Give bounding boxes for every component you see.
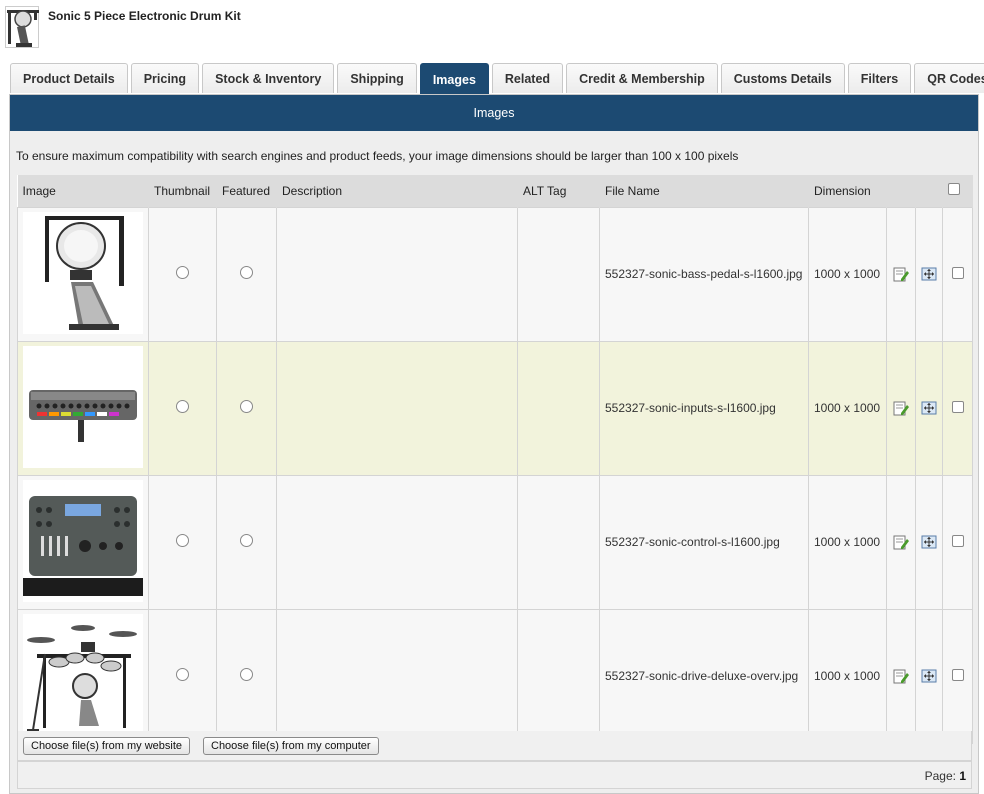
tab-related[interactable]: Related bbox=[491, 63, 564, 93]
dimension-cell: 1000 x 1000 bbox=[808, 340, 887, 476]
description-cell[interactable] bbox=[276, 340, 518, 476]
product-title: Sonic 5 Piece Electronic Drum Kit bbox=[48, 9, 241, 23]
images-panel: Images To ensure maximum compatibility w… bbox=[9, 94, 979, 794]
bass-pedal-image bbox=[23, 211, 143, 334]
tab-qr-codes[interactable]: QR Codes bbox=[914, 63, 984, 93]
table-row: 552327-sonic-drive-deluxe-overv.jpg 1000… bbox=[17, 608, 973, 744]
tab-images[interactable]: Images bbox=[419, 63, 489, 95]
image-cell bbox=[17, 474, 149, 610]
table-row: 552327-sonic-bass-pedal-s-l1600.jpg 1000… bbox=[17, 206, 973, 342]
select-all-checkbox[interactable] bbox=[948, 183, 960, 196]
row-checkbox[interactable] bbox=[951, 266, 964, 279]
dimension-cell: 1000 x 1000 bbox=[808, 474, 887, 610]
product-thumbnail bbox=[5, 6, 39, 48]
featured-radio[interactable] bbox=[240, 534, 253, 547]
edit-icon[interactable] bbox=[893, 400, 909, 416]
file-name-cell: 552327-sonic-drive-deluxe-overv.jpg bbox=[599, 608, 809, 744]
col-alt-tag: ALT Tag bbox=[517, 175, 600, 207]
alt-tag-cell[interactable] bbox=[517, 608, 600, 744]
row-checkbox[interactable] bbox=[951, 534, 964, 547]
control-module-image bbox=[23, 479, 143, 602]
tab-product-details[interactable]: Product Details bbox=[10, 63, 128, 93]
alt-tag-cell[interactable] bbox=[517, 206, 600, 342]
featured-radio[interactable] bbox=[240, 266, 253, 279]
table-header-row: Image Thumbnail Featured Description ALT… bbox=[17, 175, 973, 207]
tab-customs-details[interactable]: Customs Details bbox=[720, 63, 845, 93]
col-featured: Featured bbox=[216, 175, 277, 207]
alt-tag-cell[interactable] bbox=[517, 474, 600, 610]
upload-bar: Choose file(s) from my website Choose fi… bbox=[17, 731, 972, 761]
image-cell bbox=[17, 206, 149, 342]
image-cell bbox=[17, 608, 149, 744]
pagination-bar: Page: 1 bbox=[17, 761, 972, 789]
images-table: Image Thumbnail Featured Description ALT… bbox=[17, 175, 973, 744]
description-cell[interactable] bbox=[276, 206, 518, 342]
row-checkbox[interactable] bbox=[951, 400, 964, 413]
crop-resize-icon[interactable] bbox=[921, 266, 937, 282]
panel-heading: Images bbox=[10, 95, 978, 131]
featured-radio[interactable] bbox=[240, 668, 253, 681]
thumbnail-radio[interactable] bbox=[176, 400, 189, 413]
table-row: 552327-sonic-inputs-s-l1600.jpg 1000 x 1… bbox=[17, 340, 973, 476]
tab-credit-membership[interactable]: Credit & Membership bbox=[566, 63, 718, 93]
page-label: Page: bbox=[924, 769, 956, 783]
dimension-cell: 1000 x 1000 bbox=[808, 608, 887, 744]
edit-icon[interactable] bbox=[893, 266, 909, 282]
image-cell bbox=[17, 340, 149, 476]
tab-shipping[interactable]: Shipping bbox=[337, 63, 417, 93]
col-file-name: File Name bbox=[599, 175, 809, 207]
table-row: 552327-sonic-control-s-l1600.jpg 1000 x … bbox=[17, 474, 973, 610]
inputs-module-image bbox=[23, 345, 143, 468]
choose-from-computer-button[interactable]: Choose file(s) from my computer bbox=[203, 737, 379, 755]
drum-kit-overview-image bbox=[23, 613, 143, 736]
featured-radio[interactable] bbox=[240, 400, 253, 413]
thumbnail-radio[interactable] bbox=[176, 266, 189, 279]
product-header: Sonic 5 Piece Electronic Drum Kit bbox=[5, 6, 241, 50]
crop-resize-icon[interactable] bbox=[921, 668, 937, 684]
thumbnail-radio[interactable] bbox=[176, 534, 189, 547]
description-cell[interactable] bbox=[276, 608, 518, 744]
current-page[interactable]: 1 bbox=[959, 769, 966, 783]
alt-tag-cell[interactable] bbox=[517, 340, 600, 476]
col-image: Image bbox=[17, 175, 149, 207]
edit-icon[interactable] bbox=[893, 668, 909, 684]
crop-resize-icon[interactable] bbox=[921, 534, 937, 550]
tab-bar: Product Details Pricing Stock & Inventor… bbox=[10, 63, 984, 95]
tab-pricing[interactable]: Pricing bbox=[130, 63, 200, 93]
col-dimension: Dimension bbox=[808, 175, 887, 207]
file-name-cell: 552327-sonic-bass-pedal-s-l1600.jpg bbox=[599, 206, 809, 342]
row-checkbox[interactable] bbox=[951, 668, 964, 681]
image-size-note: To ensure maximum compatibility with sea… bbox=[16, 149, 739, 163]
file-name-cell: 552327-sonic-inputs-s-l1600.jpg bbox=[599, 340, 809, 476]
col-thumbnail: Thumbnail bbox=[148, 175, 217, 207]
file-name-cell: 552327-sonic-control-s-l1600.jpg bbox=[599, 474, 809, 610]
thumbnail-radio[interactable] bbox=[176, 668, 189, 681]
pagination: Page: 1 bbox=[925, 769, 966, 783]
choose-from-website-button[interactable]: Choose file(s) from my website bbox=[23, 737, 190, 755]
description-cell[interactable] bbox=[276, 474, 518, 610]
col-description: Description bbox=[276, 175, 518, 207]
crop-resize-icon[interactable] bbox=[921, 400, 937, 416]
tab-filters[interactable]: Filters bbox=[847, 63, 912, 93]
tab-stock-inventory[interactable]: Stock & Inventory bbox=[202, 63, 335, 93]
edit-icon[interactable] bbox=[893, 534, 909, 550]
dimension-cell: 1000 x 1000 bbox=[808, 206, 887, 342]
